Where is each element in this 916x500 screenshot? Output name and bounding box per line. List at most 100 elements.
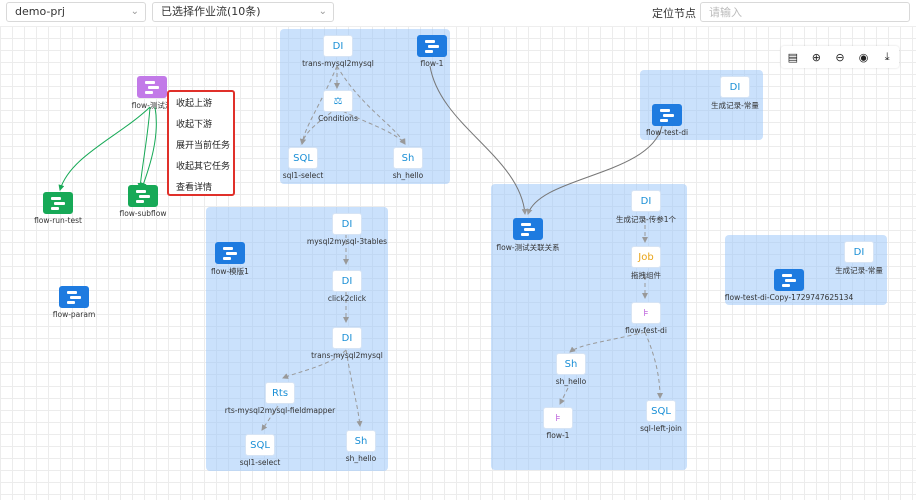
node-label: 拖拽组件 <box>631 271 661 280</box>
subflow-icon: ⊧ <box>631 302 661 324</box>
sh-icon: Sh <box>556 353 586 375</box>
node-testdi-di[interactable]: DI 生成记录-常量 <box>711 76 759 110</box>
menu-item-expand-current[interactable]: 展开当前任务 <box>169 136 233 157</box>
node-trans-flow1[interactable]: flow-1 <box>417 35 447 68</box>
rts-icon: Rts <box>265 382 295 404</box>
zoom-in-icon[interactable]: ⊕ <box>808 51 824 64</box>
node-label: flow-run-test <box>34 216 82 225</box>
edge <box>429 65 528 215</box>
di-icon: DI <box>332 213 362 235</box>
node-flow-param[interactable]: flow-param <box>53 286 95 319</box>
project-select[interactable]: demo-prj ⌄ <box>6 2 146 22</box>
di-icon: DI <box>332 270 362 292</box>
node-guanlian-di[interactable]: DI 生成记录-传参1个 <box>616 190 676 224</box>
edge <box>644 331 663 399</box>
node-label: sql1-select <box>282 171 324 180</box>
flow-icon <box>137 76 167 98</box>
node-guanlian-sql[interactable]: SQL sql-left-join <box>640 400 682 433</box>
node-guanlian-sh[interactable]: Sh sh_hello <box>556 353 586 386</box>
job-icon: Job <box>631 246 661 268</box>
sql-icon: SQL <box>245 434 275 456</box>
edge <box>345 349 363 427</box>
node-flow-guanlian[interactable]: flow-测试关联关系 <box>496 218 560 252</box>
node-label: trans-mysql2mysql <box>311 351 383 360</box>
sql-icon: SQL <box>646 400 676 422</box>
flow-select-value: 已选择作业流(10条) <box>161 5 261 18</box>
node-moban-rts[interactable]: Rts rts-mysql2mysql-fieldmapper <box>225 382 335 415</box>
node-label: click2click <box>327 294 367 303</box>
locate-icon[interactable]: ◉ <box>856 51 872 64</box>
graph-canvas[interactable]: DI trans-mysql2mysql flow-1 ⚖ Conditions… <box>0 26 916 500</box>
node-label: flow-test-di-Copy-1729747625134 <box>724 293 854 302</box>
edge <box>559 387 569 405</box>
menu-item-view-details[interactable]: 查看详情 <box>169 178 233 199</box>
node-label: sh_hello <box>392 171 424 180</box>
context-menu: 收起上游 收起下游 展开当前任务 收起其它任务 查看详情 <box>167 90 235 196</box>
flow-icon <box>774 269 804 291</box>
chevron-down-icon: ⌄ <box>318 6 327 17</box>
node-label: 生成记录-常量 <box>835 266 883 275</box>
node-label: 生成记录-常量 <box>711 101 759 110</box>
sql-icon: SQL <box>288 147 318 169</box>
node-label: sql1-select <box>239 458 281 467</box>
node-label: flow-test-di <box>645 128 689 137</box>
edge <box>58 106 151 191</box>
node-guanlian-job[interactable]: Job 拖拽组件 <box>631 246 661 280</box>
di-icon: DI <box>631 190 661 212</box>
flow-icon <box>59 286 89 308</box>
menu-item-collapse-downstream[interactable]: 收起下游 <box>169 115 233 136</box>
node-label: sh_hello <box>345 454 377 463</box>
di-icon: DI <box>323 35 353 57</box>
node-moban-sh[interactable]: Sh sh_hello <box>346 430 376 463</box>
node-flow-run-test[interactable]: flow-run-test <box>34 192 82 225</box>
node-flow-fest-di[interactable]: ⊧ flow-fest-di <box>625 302 667 335</box>
node-trans-conditions[interactable]: ⚖ Conditions <box>318 90 358 123</box>
node-flow-moban[interactable]: flow-模版1 <box>211 242 249 276</box>
locate-node-label: 定位节点 <box>652 7 696 20</box>
node-label: flow-fest-di <box>625 326 667 335</box>
node-label: Conditions <box>318 114 358 123</box>
node-flow-ceshi[interactable]: flow-测试流 <box>132 76 172 110</box>
node-moban-sql[interactable]: SQL sql1-select <box>240 434 280 467</box>
chevron-down-icon: ⌄ <box>130 6 139 17</box>
node-copy-di[interactable]: DI 生成记录-常量 <box>835 241 883 275</box>
zoom-out-icon[interactable]: ⊖ <box>832 51 848 64</box>
locate-node-input[interactable] <box>700 2 910 22</box>
download-icon[interactable]: ⤓ <box>879 50 895 64</box>
conditions-icon: ⚖ <box>323 90 353 112</box>
node-moban-di2[interactable]: DI click2click <box>328 270 366 303</box>
flow-icon <box>215 242 245 264</box>
flow-icon <box>128 185 158 207</box>
di-icon: DI <box>332 327 362 349</box>
node-flow-test-di-copy[interactable]: flow-test-di-Copy-1729747625134 <box>725 269 853 302</box>
node-label: 生成记录-传参1个 <box>616 215 676 224</box>
flow-icon <box>417 35 447 57</box>
flow-select[interactable]: 已选择作业流(10条) ⌄ <box>152 2 334 22</box>
node-label: flow-测试关联关系 <box>496 243 560 252</box>
node-moban-di3[interactable]: DI trans-mysql2mysql <box>311 327 383 360</box>
di-icon: DI <box>844 241 874 263</box>
menu-item-collapse-others[interactable]: 收起其它任务 <box>169 157 233 178</box>
node-flow-subflow[interactable]: flow-subflow <box>119 185 167 218</box>
node-label: sql-left-join <box>640 424 682 433</box>
flow-icon <box>652 104 682 126</box>
node-trans-sh[interactable]: Sh sh_hello <box>393 147 423 180</box>
node-label: sh_hello <box>555 377 587 386</box>
node-label: rts-mysql2mysql-fieldmapper <box>224 406 336 415</box>
node-label: flow-1 <box>420 59 444 68</box>
fit-view-icon[interactable]: ▤ <box>785 51 801 64</box>
node-trans-sql[interactable]: SQL sql1-select <box>283 147 323 180</box>
node-guanlian-flow1[interactable]: ⊧ flow-1 <box>543 407 573 440</box>
node-flow-test-di[interactable]: flow-test-di <box>646 104 688 137</box>
edge <box>137 106 151 189</box>
di-icon: DI <box>720 76 750 98</box>
node-label: flow-1 <box>546 431 570 440</box>
node-label: flow-模版1 <box>211 267 249 276</box>
flow-icon <box>43 192 73 214</box>
edge <box>569 331 646 353</box>
menu-item-collapse-upstream[interactable]: 收起上游 <box>169 94 233 115</box>
subflow-icon: ⊧ <box>543 407 573 429</box>
node-trans-di[interactable]: DI trans-mysql2mysql <box>302 35 374 68</box>
node-moban-di1[interactable]: DI mysql2mysql-3tables <box>307 213 387 246</box>
flow-icon <box>513 218 543 240</box>
